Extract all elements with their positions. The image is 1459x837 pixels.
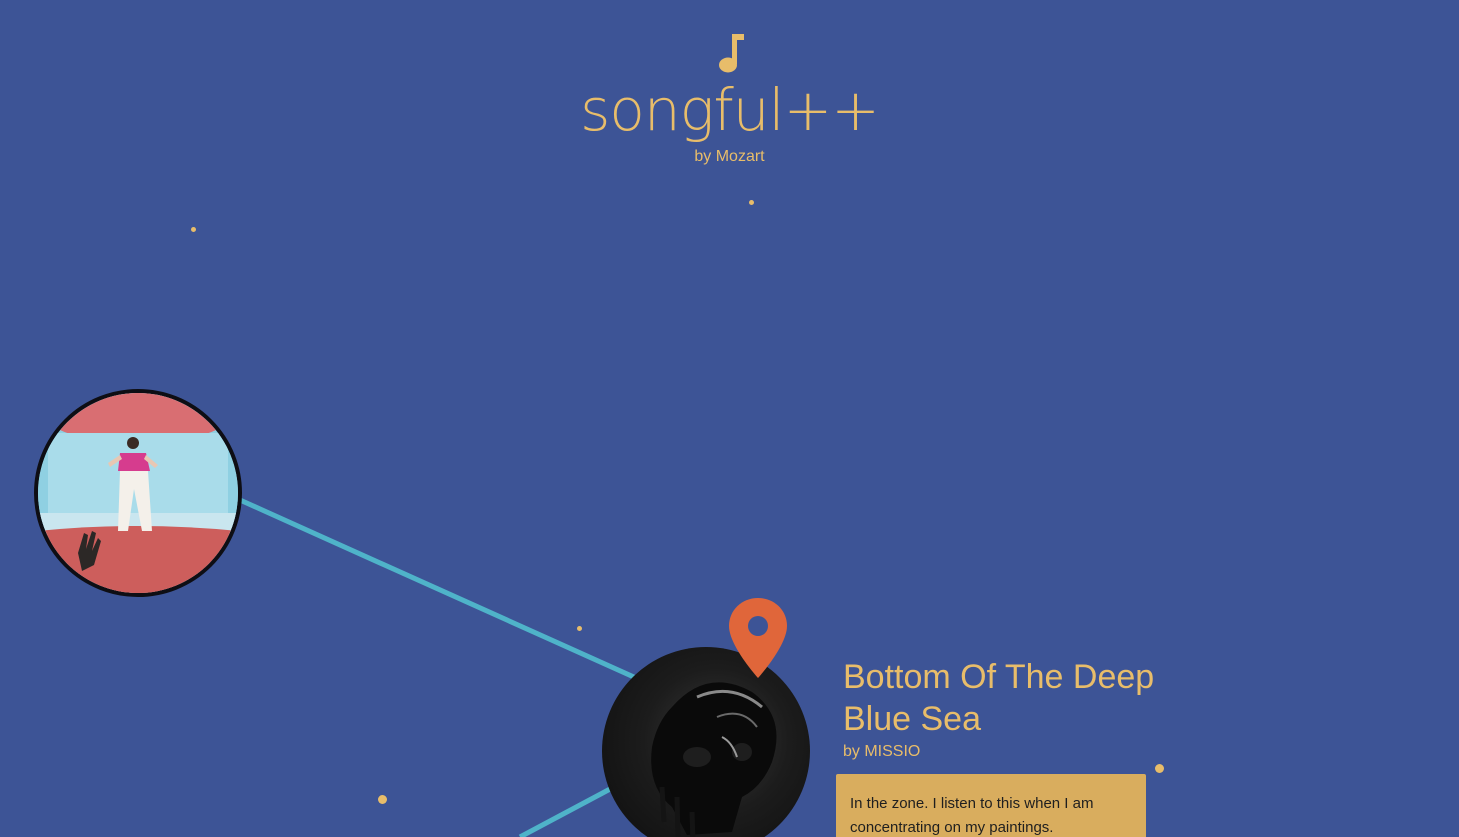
album-art-node[interactable] [34, 389, 242, 597]
location-pin-icon[interactable] [727, 596, 789, 680]
comment-text: In the zone. I listen to this when I am … [850, 795, 1094, 836]
album-cover-image [38, 393, 238, 593]
song-artist: by MISSIO [843, 743, 921, 760]
song-title: Bottom Of The Deep Blue Sea [843, 658, 1155, 738]
graph-edge [518, 785, 614, 837]
graph-edge [238, 497, 638, 681]
comment-card: In the zone. I listen to this when I am … [836, 774, 1146, 837]
